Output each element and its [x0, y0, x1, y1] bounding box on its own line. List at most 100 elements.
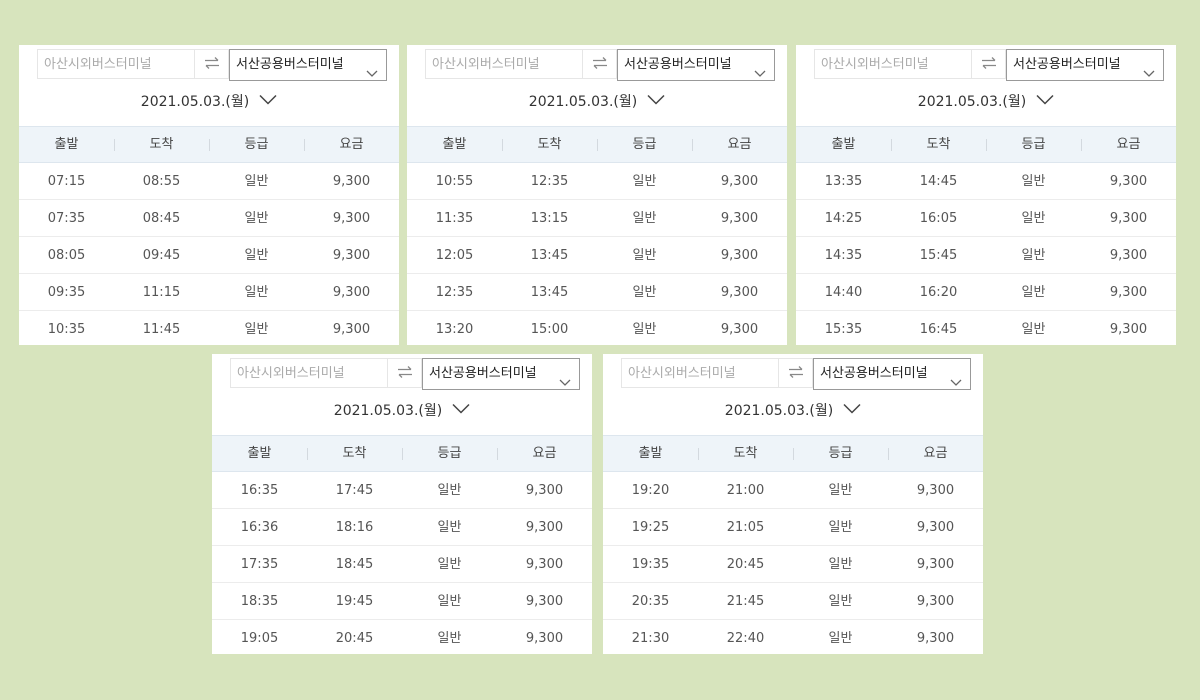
column-header-arrival: 도착	[502, 127, 597, 162]
cell-arrival: 08:45	[142, 211, 181, 226]
date-value: 2021.05.03.(월)	[528, 94, 638, 110]
date-selector[interactable]: 2021.05.03.(월)	[212, 402, 592, 420]
column-header-grade: 등급	[793, 436, 888, 471]
table-row[interactable]: 11:35 13:15 일반 9,300	[407, 200, 787, 237]
table-row[interactable]: 07:15 08:55 일반 9,300	[19, 163, 399, 200]
cell-grade: 일반	[828, 631, 853, 646]
table-row[interactable]: 08:05 09:45 일반 9,300	[19, 237, 399, 274]
cell-arrival: 13:15	[530, 211, 569, 226]
cell-fare: 9,300	[525, 594, 564, 609]
departure-terminal-input[interactable]: 아산시외버스터미널	[814, 49, 971, 79]
departure-terminal-input[interactable]: 아산시외버스터미널	[230, 358, 387, 388]
cell-departure: 14:25	[824, 211, 863, 226]
cell-departure: 09:35	[47, 285, 86, 300]
cell-grade: 일반	[1021, 285, 1046, 300]
arrival-terminal-select[interactable]: 서산공용버스터미널	[422, 358, 580, 390]
cell-fare: 9,300	[720, 174, 759, 189]
date-selector[interactable]: 2021.05.03.(월)	[603, 402, 983, 420]
cell-fare: 9,300	[1109, 174, 1148, 189]
route-selector: 아산시외버스터미널 서산공용버스터미널	[425, 49, 775, 81]
cell-departure: 12:35	[435, 285, 474, 300]
arrival-terminal-select[interactable]: 서산공용버스터미널	[617, 49, 775, 81]
cell-grade: 일반	[1021, 322, 1046, 337]
cell-grade: 일반	[828, 520, 853, 535]
column-header-arrival: 도착	[698, 436, 793, 471]
table-row[interactable]: 14:35 15:45 일반 9,300	[796, 237, 1176, 274]
arrival-terminal-select[interactable]: 서산공용버스터미널	[1006, 49, 1164, 81]
cell-arrival: 21:00	[726, 483, 765, 498]
departure-terminal-input[interactable]: 아산시외버스터미널	[621, 358, 778, 388]
column-header-departure: 출발	[54, 137, 79, 152]
table-row[interactable]: 10:55 12:35 일반 9,300	[407, 163, 787, 200]
cell-arrival: 09:45	[142, 248, 181, 263]
cell-arrival: 20:45	[726, 557, 765, 572]
swap-button[interactable]	[582, 49, 617, 79]
cell-fare: 9,300	[332, 211, 371, 226]
cell-grade: 일반	[244, 322, 269, 337]
swap-button[interactable]	[387, 358, 422, 388]
route-selector: 아산시외버스터미널 서산공용버스터미널	[621, 358, 971, 390]
table-row[interactable]: 14:25 16:05 일반 9,300	[796, 200, 1176, 237]
table-row[interactable]: 18:35 19:45 일반 9,300	[212, 583, 592, 620]
date-value: 2021.05.03.(월)	[724, 403, 834, 419]
table-row[interactable]: 16:35 17:45 일반 9,300	[212, 472, 592, 509]
table-row[interactable]: 20:35 21:45 일반 9,300	[603, 583, 983, 620]
cell-arrival: 11:15	[142, 285, 181, 300]
departure-terminal-input[interactable]: 아산시외버스터미널	[425, 49, 582, 79]
cell-grade: 일반	[437, 594, 462, 609]
cell-departure: 20:35	[631, 594, 670, 609]
table-row[interactable]: 09:35 11:15 일반 9,300	[19, 274, 399, 311]
date-selector[interactable]: 2021.05.03.(월)	[407, 93, 787, 111]
table-row[interactable]: 14:40 16:20 일반 9,300	[796, 274, 1176, 311]
cell-grade: 일반	[437, 520, 462, 535]
date-value: 2021.05.03.(월)	[917, 94, 1027, 110]
date-selector[interactable]: 2021.05.03.(월)	[19, 93, 399, 111]
table-row[interactable]: 12:05 13:45 일반 9,300	[407, 237, 787, 274]
table-row[interactable]: 19:35 20:45 일반 9,300	[603, 546, 983, 583]
table-row[interactable]: 17:35 18:45 일반 9,300	[212, 546, 592, 583]
cell-arrival: 22:40	[726, 631, 765, 646]
table-row[interactable]: 19:20 21:00 일반 9,300	[603, 472, 983, 509]
swap-button[interactable]	[194, 49, 229, 79]
cell-fare: 9,300	[720, 248, 759, 263]
cell-arrival: 21:45	[726, 594, 765, 609]
cell-fare: 9,300	[1109, 211, 1148, 226]
cell-departure: 08:05	[47, 248, 86, 263]
arrival-terminal-select[interactable]: 서산공용버스터미널	[813, 358, 971, 390]
cell-fare: 9,300	[1109, 248, 1148, 263]
chevron-down-icon	[1036, 92, 1054, 110]
table-row[interactable]: 07:35 08:45 일반 9,300	[19, 200, 399, 237]
table-header: 출발 도착 등급 요금	[603, 435, 983, 472]
cell-fare: 9,300	[332, 248, 371, 263]
table-row[interactable]: 21:30 22:40 일반 9,300	[603, 620, 983, 654]
cell-departure: 17:35	[240, 557, 279, 572]
cell-fare: 9,300	[525, 483, 564, 498]
cell-departure: 19:05	[240, 631, 279, 646]
cell-arrival: 21:05	[726, 520, 765, 535]
table-row[interactable]: 15:35 16:45 일반 9,300	[796, 311, 1176, 345]
column-header-fare: 요금	[497, 436, 592, 471]
cell-fare: 9,300	[916, 631, 955, 646]
arrival-terminal-select[interactable]: 서산공용버스터미널	[229, 49, 387, 81]
date-selector[interactable]: 2021.05.03.(월)	[796, 93, 1176, 111]
chevron-down-icon	[950, 369, 962, 399]
arrival-terminal-value: 서산공용버스터미널	[624, 57, 732, 72]
table-row[interactable]: 10:35 11:45 일반 9,300	[19, 311, 399, 345]
swap-button[interactable]	[778, 358, 813, 388]
departure-terminal-input[interactable]: 아산시외버스터미널	[37, 49, 194, 79]
table-row[interactable]: 13:20 15:00 일반 9,300	[407, 311, 787, 345]
cell-grade: 일반	[632, 248, 657, 263]
chevron-down-icon	[754, 60, 766, 90]
table-row[interactable]: 13:35 14:45 일반 9,300	[796, 163, 1176, 200]
column-header-fare: 요금	[888, 436, 983, 471]
table-row[interactable]: 16:36 18:16 일반 9,300	[212, 509, 592, 546]
table-row[interactable]: 19:25 21:05 일반 9,300	[603, 509, 983, 546]
table-row[interactable]: 19:05 20:45 일반 9,300	[212, 620, 592, 654]
table-row[interactable]: 12:35 13:45 일반 9,300	[407, 274, 787, 311]
cell-arrival: 11:45	[142, 322, 181, 337]
table-header: 출발 도착 등급 요금	[407, 126, 787, 163]
cell-departure: 19:35	[631, 557, 670, 572]
column-header-arrival: 도착	[891, 127, 986, 162]
swap-button[interactable]	[971, 49, 1006, 79]
cell-grade: 일반	[437, 557, 462, 572]
